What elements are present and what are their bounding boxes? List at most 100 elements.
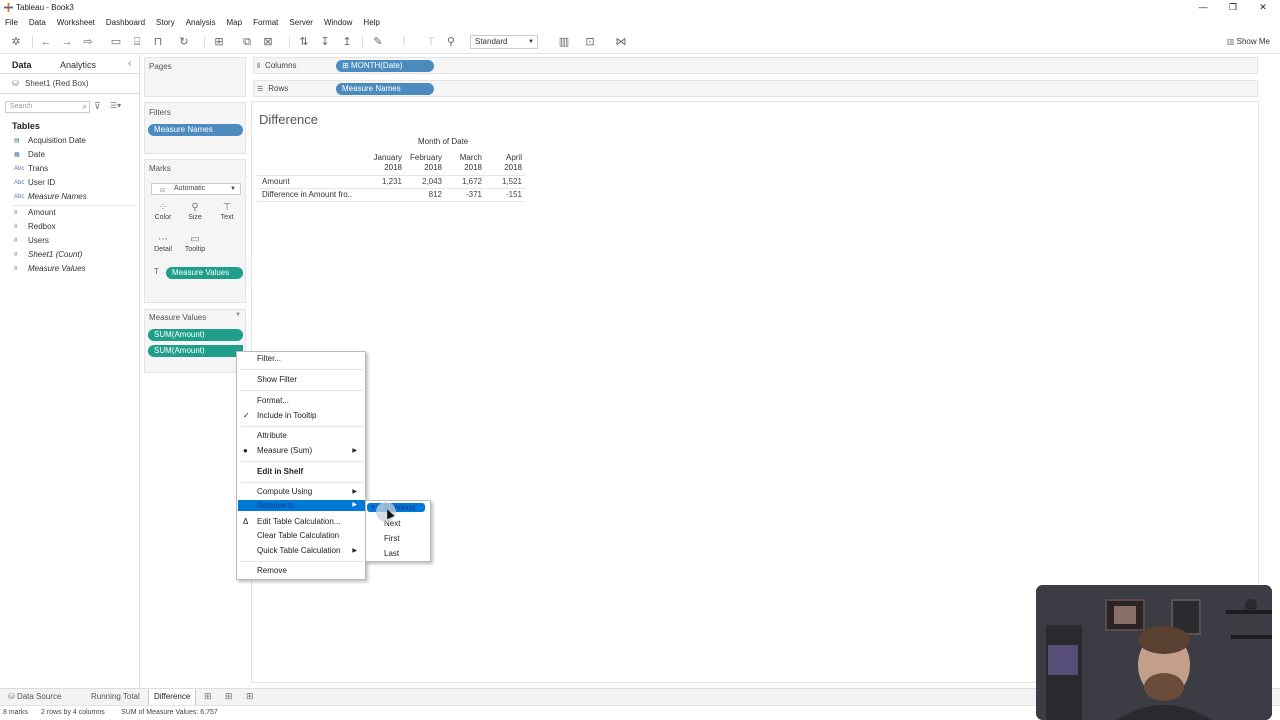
menu-analysis[interactable]: Analysis xyxy=(186,18,216,27)
table-cell[interactable]: -151 xyxy=(492,190,522,199)
new-worksheet-icon[interactable]: ⊞ xyxy=(204,691,212,702)
menu-item-edit-in-shelf[interactable]: Edit in Shelf xyxy=(238,465,365,479)
swap-icon[interactable]: ⇅ xyxy=(297,35,311,49)
column-header[interactable]: February 2018 xyxy=(406,153,442,173)
fit-view-icon[interactable]: ▥ xyxy=(557,35,571,49)
column-header[interactable]: January 2018 xyxy=(366,153,402,173)
menu-item-show-filter[interactable]: Show Filter xyxy=(238,373,365,387)
new-story-icon[interactable]: ⊞ xyxy=(246,691,254,702)
field-amount[interactable]: # Amount xyxy=(14,206,56,219)
marks-text-button[interactable]: ⊤ Text xyxy=(213,201,241,229)
menu-data[interactable]: Data xyxy=(29,18,46,27)
field-measure-values[interactable]: # Measure Values xyxy=(14,262,86,275)
menu-dashboard[interactable]: Dashboard xyxy=(106,18,145,27)
share-icon[interactable]: ⋈ xyxy=(614,35,628,49)
menu-item-relative-to[interactable]: Relative to ▶ xyxy=(238,500,365,511)
field-measure-names[interactable]: Abc Measure Names xyxy=(14,190,87,203)
refresh-icon[interactable]: ↻ xyxy=(177,35,191,49)
submenu-item-next[interactable]: Next xyxy=(367,517,429,530)
chevron-down-icon[interactable]: ▼ xyxy=(235,312,241,318)
menu-window[interactable]: Window xyxy=(324,18,352,27)
filter-icon[interactable]: ⊽ xyxy=(94,101,101,112)
measure-value-pill[interactable]: SUM(Amount) xyxy=(148,329,243,341)
field-users[interactable]: # Users xyxy=(14,234,49,247)
menu-server[interactable]: Server xyxy=(289,18,313,27)
minimize-button[interactable]: — xyxy=(1188,1,1218,14)
column-header[interactable]: April 2018 xyxy=(486,153,522,173)
row-header-difference[interactable]: Difference in Amount fro.. xyxy=(262,190,366,199)
view-options-icon[interactable]: ☰▾ xyxy=(110,101,121,110)
menu-item-attribute[interactable]: Attribute xyxy=(238,429,365,443)
menu-item-quick-table-calculation[interactable]: Quick Table Calculation ▶ xyxy=(238,544,365,558)
table-cell[interactable]: -371 xyxy=(452,190,482,199)
menu-item-include-in-tooltip[interactable]: ✓ Include in Tooltip xyxy=(238,409,365,423)
marks-detail-button[interactable]: ⋯ Detail xyxy=(149,233,177,261)
duplicate-sheet-icon[interactable]: ⧉ xyxy=(240,35,254,49)
sort-descending-icon[interactable]: ↥ xyxy=(340,35,354,49)
menu-item-edit-table-calculation[interactable]: Δ Edit Table Calculation... xyxy=(238,515,365,529)
table-cell[interactable]: 1,231 xyxy=(372,177,402,186)
rows-pill-measure-names[interactable]: Measure Names xyxy=(336,83,434,95)
tab-analytics[interactable]: Analytics xyxy=(60,60,96,70)
menu-item-remove[interactable]: Remove xyxy=(238,564,365,578)
marks-tooltip-button[interactable]: ▭ Tooltip xyxy=(181,233,209,261)
show-me-button[interactable]: ▥ Show Me xyxy=(1227,35,1270,49)
sort-ascending-icon[interactable]: ↧ xyxy=(318,35,332,49)
menu-item-clear-table-calculation[interactable]: Clear Table Calculation xyxy=(238,529,365,543)
field-redbox[interactable]: # Redbox xyxy=(14,220,56,233)
undo-icon[interactable]: ← xyxy=(39,35,53,49)
close-button[interactable]: ✕ xyxy=(1248,1,1278,14)
menu-help[interactable]: Help xyxy=(363,18,379,27)
marks-pill-measure-values[interactable]: Measure Values xyxy=(166,267,243,279)
mark-type-select[interactable]: ⊟ Automatic ▼ xyxy=(151,183,241,195)
field-acquisition-date[interactable]: ▤ Acquisition Date xyxy=(14,134,86,147)
replay-icon[interactable]: ⇨ xyxy=(81,35,95,49)
field-sheet1-count[interactable]: # Sheet1 (Count) xyxy=(14,248,82,261)
tableau-home-icon[interactable]: ✲ xyxy=(9,35,23,49)
tab-data-source[interactable]: ⛁ Data Source xyxy=(3,689,66,706)
clear-sheet-icon[interactable]: ⊠ xyxy=(261,35,275,49)
new-datasource-icon[interactable]: ⌸ xyxy=(130,35,144,49)
menu-item-format[interactable]: Format... xyxy=(238,394,365,408)
collapse-pane-icon[interactable]: ‹ xyxy=(128,58,131,69)
submenu-item-first[interactable]: First xyxy=(367,532,429,545)
label-icon[interactable]: T xyxy=(424,35,438,49)
columns-shelf[interactable]: ⫴ Columns ⊞ MONTH(Date) xyxy=(253,57,1258,74)
pages-card[interactable]: Pages xyxy=(144,57,246,97)
table-cell[interactable]: 2,043 xyxy=(412,177,442,186)
group-icon[interactable]: ⌇ xyxy=(397,35,411,49)
table-cell[interactable]: 1,672 xyxy=(452,177,482,186)
restore-button[interactable]: ❐ xyxy=(1218,1,1248,14)
presentation-mode-icon[interactable]: ⊡ xyxy=(583,35,597,49)
menu-file[interactable]: File xyxy=(5,18,18,27)
save-icon[interactable]: ▭ xyxy=(109,35,123,49)
columns-pill-month-date[interactable]: ⊞ MONTH(Date) xyxy=(336,60,434,72)
new-dashboard-icon[interactable]: ⊞ xyxy=(225,691,233,702)
redo-icon[interactable]: → xyxy=(60,35,74,49)
marks-color-button[interactable]: ⁘ Color xyxy=(149,201,177,229)
new-worksheet-icon[interactable]: ⊞ xyxy=(212,35,226,49)
measure-value-pill[interactable]: SUM(Amount) xyxy=(148,345,243,357)
filter-pill-measure-names[interactable]: Measure Names xyxy=(148,124,243,136)
fit-select[interactable]: Standard ▼ xyxy=(470,35,538,49)
menu-item-filter[interactable]: Filter... xyxy=(238,352,365,366)
data-source-item[interactable]: ⛁ Sheet1 (Red Box) xyxy=(12,79,89,88)
table-cell[interactable]: 812 xyxy=(412,190,442,199)
search-input[interactable]: Search ⌕ xyxy=(5,101,90,113)
marks-size-button[interactable]: ⚲ Size xyxy=(181,201,209,229)
tab-data[interactable]: Data xyxy=(12,60,32,70)
submenu-item-last[interactable]: Last xyxy=(367,547,429,560)
menu-item-measure-sum[interactable]: ● Measure (Sum) ▶ xyxy=(238,444,365,458)
menu-item-compute-using[interactable]: Compute Using ▶ xyxy=(238,485,365,499)
rows-shelf[interactable]: ☰ Rows Measure Names xyxy=(253,80,1258,97)
table-cell[interactable]: 1,521 xyxy=(492,177,522,186)
tab-running-total[interactable]: Running Total xyxy=(86,689,145,706)
field-date[interactable]: ▦ Date xyxy=(14,148,45,161)
column-header[interactable]: March 2018 xyxy=(446,153,482,173)
field-user-id[interactable]: Abc User ID xyxy=(14,176,55,189)
menu-story[interactable]: Story xyxy=(156,18,175,27)
pin-icon[interactable]: ⚲ xyxy=(444,35,458,49)
pause-updates-icon[interactable]: ⊓ xyxy=(151,35,165,49)
filters-card[interactable]: Filters Measure Names xyxy=(144,102,246,154)
menu-map[interactable]: Map xyxy=(227,18,243,27)
